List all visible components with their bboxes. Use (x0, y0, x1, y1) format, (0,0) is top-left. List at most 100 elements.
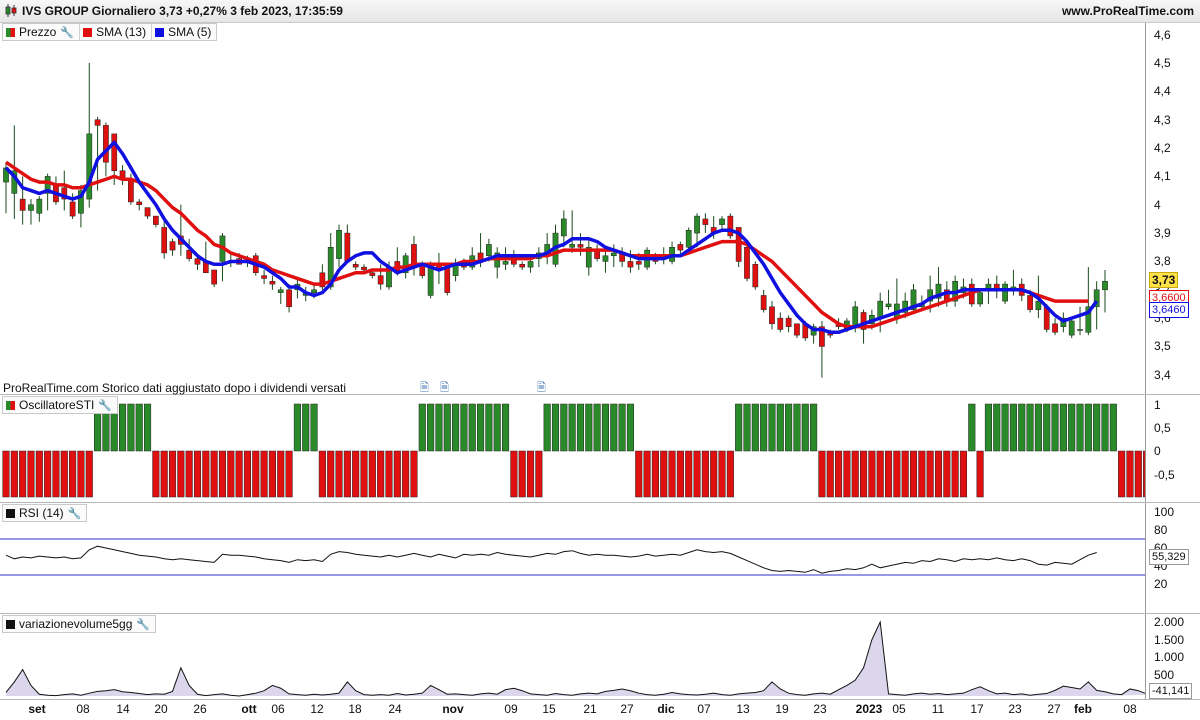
sti-bar-negative (1134, 450, 1142, 498)
sti-bar-negative (510, 450, 518, 498)
sti-bar-positive (302, 403, 310, 452)
rsi-swatch-icon (6, 508, 15, 518)
sti-bar-positive (576, 403, 585, 452)
sti-chart[interactable] (0, 395, 1145, 502)
sti-bar-positive (776, 403, 784, 452)
candle-body (377, 275, 384, 285)
sti-bar-positive (1101, 403, 1109, 452)
sti-bar-negative (726, 450, 734, 498)
sti-bar-negative (185, 450, 193, 498)
wrench-icon[interactable]: 🔧 (68, 507, 82, 520)
axis-tick-label: 0 (1154, 444, 1161, 458)
candle-body (635, 261, 642, 265)
price-chart[interactable] (0, 23, 1145, 394)
sti-bar-positive (1076, 403, 1084, 452)
sti-bar-negative (693, 450, 701, 498)
sti-bar-positive (768, 403, 776, 452)
sti-bar-negative (868, 450, 876, 498)
candle-body (677, 244, 684, 251)
legend-volume[interactable]: variazionevolume5gg 🔧 (3, 616, 155, 632)
sti-bar-negative (69, 450, 77, 498)
candle-body (1068, 320, 1075, 336)
axis-tick-label: 1.000 (1154, 650, 1185, 665)
volume-legend[interactable]: variazionevolume5gg 🔧 (2, 615, 157, 633)
candle-body (28, 204, 34, 211)
sma5-line (4, 140, 1099, 335)
candle-body (852, 306, 859, 327)
time-tick-label: dic (657, 702, 675, 716)
candle-body (877, 300, 884, 319)
candle-body (111, 133, 118, 171)
axis-tick-label: 3,4 (1154, 367, 1171, 382)
sti-bar-positive (810, 403, 818, 452)
candle-body (527, 261, 534, 268)
sti-bar-positive (1109, 403, 1117, 452)
candle-body (344, 232, 351, 262)
sti-bar-negative (77, 450, 85, 498)
axis-tick-label: 4 (1154, 197, 1161, 212)
candle-body (361, 266, 367, 271)
axis-tick-label: 4,6 (1154, 27, 1171, 42)
candle-body (311, 289, 317, 293)
candle-body (769, 306, 775, 325)
candle-body (752, 264, 759, 288)
time-tick-label: 24 (388, 702, 402, 716)
axis-tick-label: 1 (1154, 398, 1161, 412)
time-tick-label: 2023 (855, 702, 883, 716)
time-tick-label: 27 (1047, 702, 1061, 716)
wrench-icon[interactable]: 🔧 (98, 399, 112, 412)
candle-body (602, 255, 609, 262)
sti-bar-positive (993, 403, 1001, 452)
rsi-line (5, 545, 1097, 574)
candle-body (269, 281, 276, 285)
chart-title: IVS GROUP Giornaliero 3,73 +0,27% 3 feb … (22, 4, 343, 18)
candle-body (627, 261, 634, 268)
time-tick-label: 20 (154, 702, 168, 716)
sti-bar-positive (435, 403, 443, 452)
rsi-legend[interactable]: RSI (14) 🔧 (2, 504, 88, 522)
sti-bar-negative (959, 450, 968, 498)
legend-rsi[interactable]: RSI (14) 🔧 (3, 505, 86, 521)
sti-bar-negative (360, 450, 368, 498)
sti-bar-positive (143, 403, 152, 452)
time-tick-label: set (28, 702, 46, 716)
sti-bar-negative (243, 450, 251, 498)
sma5-value-tag: 3,6460 (1149, 302, 1189, 318)
candle-body (86, 133, 93, 200)
time-tick-label: 15 (542, 702, 556, 716)
sti-bar-positive (1034, 403, 1042, 452)
candle-body (1002, 283, 1008, 302)
sti-bar-negative (44, 450, 52, 498)
sti-axis: 1 0,5 0 -0,5 (1145, 395, 1200, 502)
sti-bar-positive (1009, 403, 1017, 452)
sti-bar-negative (177, 450, 185, 498)
time-tick-label: 06 (271, 702, 285, 716)
sti-bar-negative (843, 450, 851, 498)
candle-body (1052, 323, 1058, 333)
candle-body (144, 207, 151, 217)
wrench-icon[interactable]: 🔧 (136, 618, 150, 631)
axis-tick-label: 100 (1154, 505, 1175, 519)
sti-bar-negative (285, 450, 293, 498)
rsi-chart[interactable] (0, 503, 1145, 613)
sti-bar-negative (235, 450, 243, 498)
rsi-value-tag: 55,329 (1149, 549, 1189, 565)
candle-body (94, 119, 101, 126)
axis-tick-label: 2.000 (1154, 615, 1185, 629)
legend-sti[interactable]: OscillatoreSTI 🔧 (3, 397, 117, 413)
candle-body (560, 218, 567, 237)
sti-bar-positive (610, 403, 618, 452)
sti-legend[interactable]: OscillatoreSTI 🔧 (2, 396, 119, 414)
sti-bar-negative (343, 450, 351, 498)
site-url[interactable]: www.ProRealTime.com (1062, 4, 1194, 18)
sti-bar-negative (60, 450, 68, 498)
candle-body (69, 201, 76, 217)
sti-bar-negative (651, 450, 659, 498)
candle-body (369, 272, 376, 276)
sti-bar-negative (260, 450, 268, 498)
sti-bar-negative (951, 450, 959, 498)
volume-chart[interactable] (0, 614, 1145, 699)
axis-tick-label: 20 (1154, 577, 1168, 591)
time-tick-label: 19 (775, 702, 789, 716)
volume-swatch-icon (6, 619, 15, 629)
